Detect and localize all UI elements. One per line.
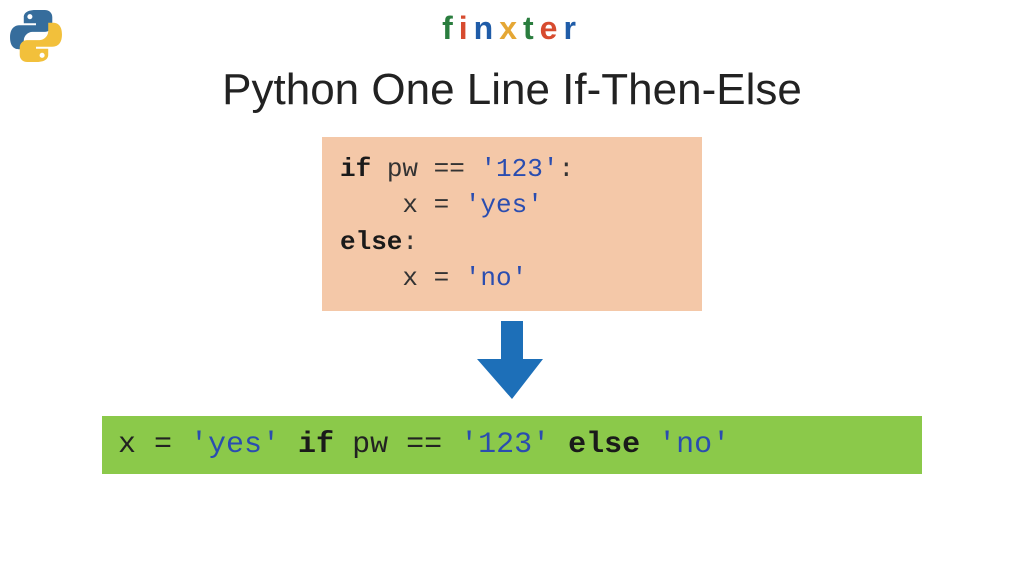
brand-letter: e xyxy=(540,10,564,46)
code-line: x = 'no' xyxy=(340,260,684,296)
code-text: x = xyxy=(340,263,465,293)
code-text xyxy=(550,428,568,462)
page-title: Python One Line If-Then-Else xyxy=(0,65,1024,115)
arrow-down-icon xyxy=(477,321,547,404)
brand-letter: r xyxy=(563,10,581,46)
code-line: x = 'yes' xyxy=(340,187,684,223)
string-literal: '123' xyxy=(480,154,558,184)
keyword-if: if xyxy=(340,154,371,184)
brand-logo: finxter xyxy=(0,0,1024,47)
brand-letter: f xyxy=(442,10,459,46)
code-text xyxy=(280,428,298,462)
string-literal: 'yes' xyxy=(465,190,543,220)
code-text: x = xyxy=(340,190,465,220)
code-line: else: xyxy=(340,224,684,260)
string-literal: 'yes' xyxy=(190,428,280,462)
code-text: : xyxy=(558,154,574,184)
string-literal: 'no' xyxy=(658,428,730,462)
brand-letter: i xyxy=(459,10,474,46)
code-text: : xyxy=(402,227,418,257)
python-logo-icon xyxy=(8,8,64,64)
multiline-code-block: if pw == '123': x = 'yes' else: x = 'no' xyxy=(322,137,702,311)
code-line: if pw == '123': xyxy=(340,151,684,187)
code-text: x = xyxy=(118,428,190,462)
code-text: pw == xyxy=(334,428,460,462)
keyword-else: else xyxy=(568,428,640,462)
string-literal: '123' xyxy=(460,428,550,462)
code-text: pw == xyxy=(371,154,480,184)
arrow-container xyxy=(0,321,1024,404)
string-literal: 'no' xyxy=(465,263,527,293)
keyword-else: else xyxy=(340,227,402,257)
keyword-if: if xyxy=(298,428,334,462)
oneline-code-block: x = 'yes' if pw == '123' else 'no' xyxy=(102,416,922,474)
code-text xyxy=(640,428,658,462)
brand-letter: t xyxy=(523,10,540,46)
brand-letter: n xyxy=(474,10,500,46)
brand-letter: x xyxy=(499,10,523,46)
